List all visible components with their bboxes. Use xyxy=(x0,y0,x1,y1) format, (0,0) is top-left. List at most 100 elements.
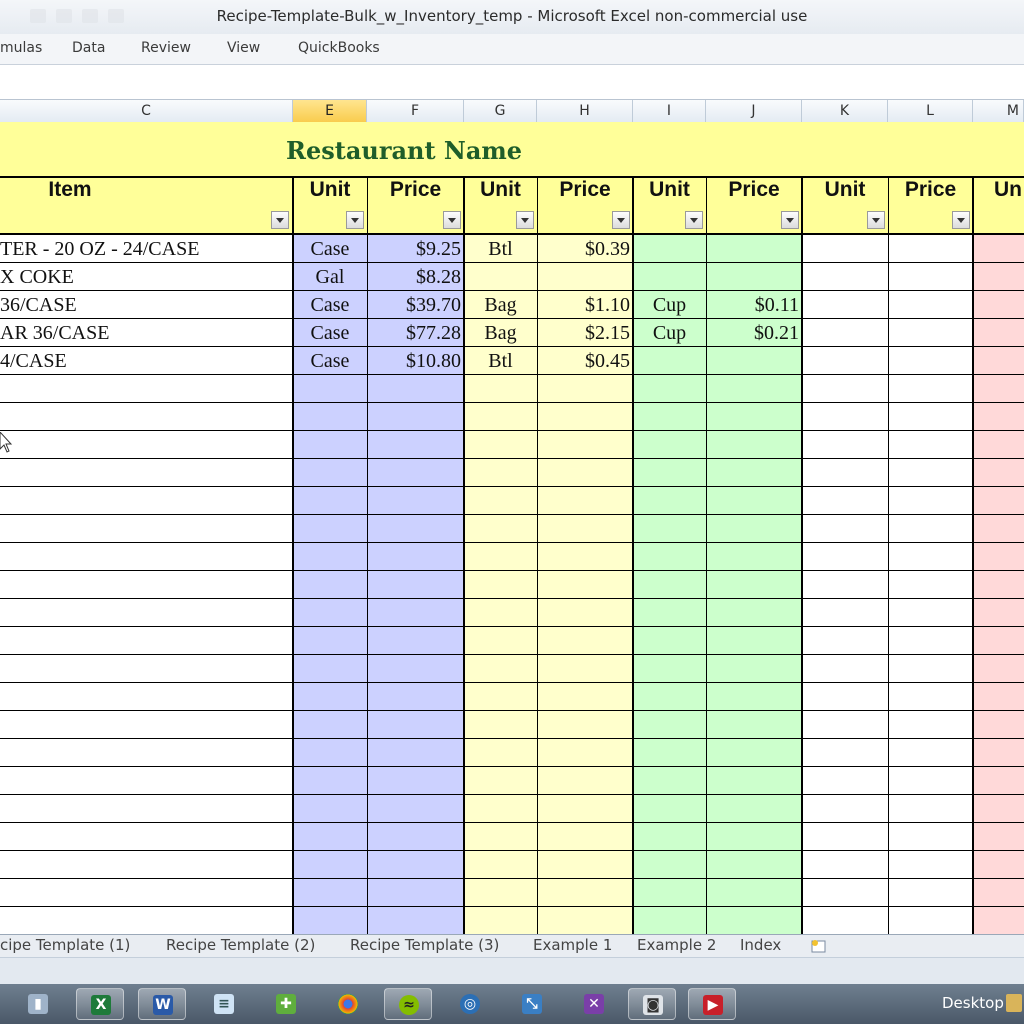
filter-dropdown-k[interactable] xyxy=(867,211,885,229)
notepad-icon[interactable]: ≡ xyxy=(200,988,248,1020)
column-header-m[interactable]: M xyxy=(973,100,1024,122)
column-header-l[interactable]: L xyxy=(888,100,973,122)
unit-cell[interactable]: Case xyxy=(293,291,367,319)
spotify-icon[interactable]: ≈ xyxy=(384,988,432,1020)
tab-view[interactable]: View xyxy=(227,40,260,56)
unit-cell[interactable]: Cup xyxy=(633,319,706,347)
filter-dropdown-l[interactable] xyxy=(952,211,970,229)
column-header-i[interactable]: I xyxy=(633,100,706,122)
item-cell[interactable]: 36/CASE xyxy=(0,291,77,319)
sheet-tab-example-2[interactable]: Example 2 xyxy=(637,936,716,954)
unit-header-i[interactable]: Unit xyxy=(633,178,706,202)
camera-icon[interactable]: ◙ xyxy=(628,988,676,1020)
restaurant-name-title[interactable]: Restaurant Name xyxy=(286,136,522,165)
sheet-tab-recipe-template-1[interactable]: cipe Template (1) xyxy=(0,936,130,954)
filter-dropdown-i[interactable] xyxy=(685,211,703,229)
price-cell[interactable]: $10.80 xyxy=(367,347,461,375)
ribbon-tabs: mulas Data Review View QuickBooks xyxy=(0,34,1024,65)
window-title: Recipe-Template-Bulk_w_Inventory_temp - … xyxy=(216,7,808,25)
price-header-j[interactable]: Price xyxy=(706,178,802,202)
filter-dropdown-e[interactable] xyxy=(346,211,364,229)
unit-header-g[interactable]: Unit xyxy=(464,178,537,202)
sheet-tabs-bar: cipe Template (1) Recipe Template (2) Re… xyxy=(0,934,1024,957)
worksheet-grid[interactable]: Restaurant Name Item Unit Price Unit Pri… xyxy=(0,122,1024,934)
image-icon[interactable]: ⤡ xyxy=(508,988,556,1020)
row-gridline xyxy=(0,878,1024,879)
unit-cell[interactable]: Gal xyxy=(293,263,367,291)
row-gridline xyxy=(0,570,1024,571)
price-cell[interactable]: $2.15 xyxy=(537,319,630,347)
row-gridline xyxy=(0,850,1024,851)
row-gridline xyxy=(0,542,1024,543)
row-gridline xyxy=(0,514,1024,515)
price-cell[interactable]: $0.11 xyxy=(706,291,799,319)
column-header-g[interactable]: G xyxy=(464,100,537,122)
unit-cell[interactable]: Cup xyxy=(633,291,706,319)
row-gridline xyxy=(0,402,1024,403)
column-header-h[interactable]: H xyxy=(537,100,633,122)
chrome-icon[interactable] xyxy=(324,988,372,1020)
row-gridline xyxy=(0,766,1024,767)
row-gridline xyxy=(0,710,1024,711)
filter-dropdown-g[interactable] xyxy=(516,211,534,229)
price-header-l[interactable]: Price xyxy=(888,178,973,202)
column-header-e[interactable]: E xyxy=(293,100,367,122)
folder-icon[interactable] xyxy=(1006,994,1022,1012)
filter-dropdown-h[interactable] xyxy=(612,211,630,229)
filter-dropdown-c[interactable] xyxy=(271,211,289,229)
remote-icon[interactable]: ◎ xyxy=(446,988,494,1020)
price-cell[interactable]: $9.25 xyxy=(367,235,461,263)
row-gridline xyxy=(0,430,1024,431)
unit-cell[interactable]: Case xyxy=(293,319,367,347)
price-cell[interactable]: $8.28 xyxy=(367,263,461,291)
tab-quickbooks[interactable]: QuickBooks xyxy=(298,40,380,56)
unit-header-m[interactable]: Un xyxy=(994,178,1024,202)
price-cell[interactable]: $39.70 xyxy=(367,291,461,319)
status-bar xyxy=(0,957,1024,985)
unit-cell[interactable]: Case xyxy=(293,347,367,375)
price-cell[interactable]: $0.39 xyxy=(537,235,630,263)
price-header-h[interactable]: Price xyxy=(537,178,633,202)
price-cell[interactable]: $0.45 xyxy=(537,347,630,375)
item-cell[interactable]: AR 36/CASE xyxy=(0,319,109,347)
tool-icon[interactable]: ✕ xyxy=(570,988,618,1020)
filter-dropdown-f[interactable] xyxy=(443,211,461,229)
video-icon[interactable]: ▶ xyxy=(688,988,736,1020)
row-gridline xyxy=(0,486,1024,487)
unit-cell[interactable]: Case xyxy=(293,235,367,263)
column-header-f[interactable]: F xyxy=(367,100,464,122)
item-cell[interactable]: X COKE xyxy=(0,263,74,291)
unit-cell[interactable]: Bag xyxy=(464,319,537,347)
unit-header-k[interactable]: Unit xyxy=(802,178,888,202)
sheet-tab-recipe-template-2[interactable]: Recipe Template (2) xyxy=(166,936,315,954)
formula-bar[interactable] xyxy=(0,65,1024,100)
unit-cell[interactable]: Bag xyxy=(464,291,537,319)
column-header-j[interactable]: J xyxy=(706,100,802,122)
computer-icon[interactable]: ▮ xyxy=(14,988,62,1020)
price-cell[interactable]: $1.10 xyxy=(537,291,630,319)
tab-review[interactable]: Review xyxy=(141,40,191,56)
item-cell[interactable]: 4/CASE xyxy=(0,347,67,375)
column-header-c[interactable]: C xyxy=(0,100,293,122)
unit-header-e[interactable]: Unit xyxy=(293,178,367,202)
sheet-tab-recipe-template-3[interactable]: Recipe Template (3) xyxy=(350,936,499,954)
title-bar: Recipe-Template-Bulk_w_Inventory_temp - … xyxy=(0,0,1024,35)
desktop-label[interactable]: Desktop xyxy=(942,994,1004,1012)
filter-dropdown-j[interactable] xyxy=(781,211,799,229)
item-cell[interactable]: TER - 20 OZ - 24/CASE xyxy=(0,235,199,263)
unit-cell[interactable]: Btl xyxy=(464,347,537,375)
sheet-tab-index[interactable]: Index xyxy=(740,936,781,954)
price-cell[interactable]: $77.28 xyxy=(367,319,461,347)
puzzle-icon[interactable]: ✚ xyxy=(262,988,310,1020)
excel-icon[interactable]: X xyxy=(76,988,124,1020)
word-icon[interactable]: W xyxy=(138,988,186,1020)
insert-sheet-icon[interactable] xyxy=(810,938,828,958)
price-header-f[interactable]: Price xyxy=(367,178,464,202)
column-header-k[interactable]: K xyxy=(802,100,888,122)
sheet-tab-example-1[interactable]: Example 1 xyxy=(533,936,612,954)
price-cell[interactable]: $0.21 xyxy=(706,319,799,347)
item-header[interactable]: Item xyxy=(0,178,140,202)
unit-cell[interactable]: Btl xyxy=(464,235,537,263)
tab-data[interactable]: Data xyxy=(72,40,105,56)
tab-formulas[interactable]: mulas xyxy=(0,40,42,56)
